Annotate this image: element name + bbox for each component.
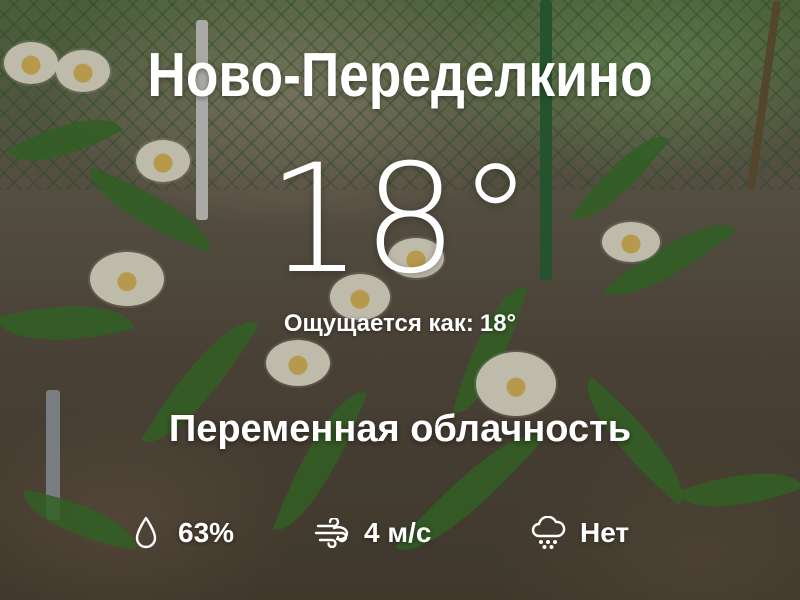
wind-value: 4 м/с <box>364 517 432 548</box>
location-name: Ново-Переделкино <box>147 41 653 110</box>
weather-condition: Переменная облачность <box>168 408 632 450</box>
wind-stat: 4 м/с <box>312 508 431 558</box>
precipitation-stat: Нет <box>528 508 629 558</box>
humidity-value: 63% <box>178 517 235 548</box>
current-temperature: 18° <box>267 133 533 307</box>
feels-like-value: 18° <box>479 310 517 337</box>
humidity-drop-icon <box>126 513 166 553</box>
precipitation-value: Нет <box>580 517 630 548</box>
feels-like-label: Ощущается как: <box>283 310 474 337</box>
humidity-stat: 63% <box>126 508 234 558</box>
feels-like: Ощущается как: 18° <box>0 310 800 338</box>
wind-icon <box>312 513 352 553</box>
weather-stats: 63% 4 м/с Нет <box>0 508 800 558</box>
rain-cloud-icon <box>528 513 568 553</box>
